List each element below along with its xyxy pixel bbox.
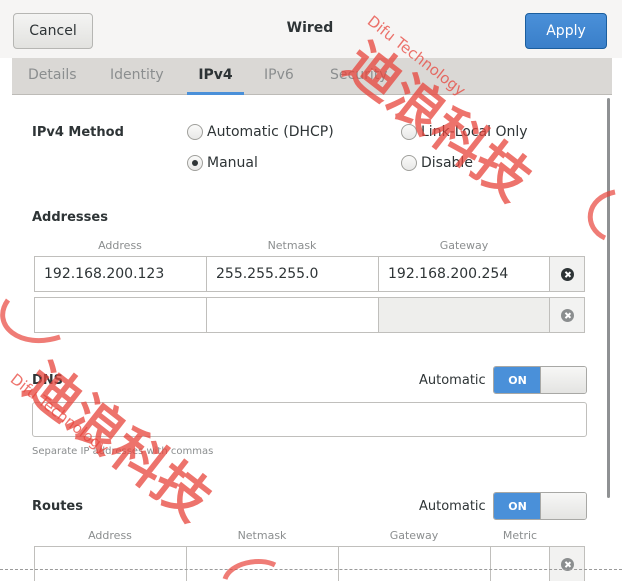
screenshot-edge-dashed-line (0, 569, 622, 570)
routes-automatic-label: Automatic (419, 499, 486, 514)
routes-automatic-switch[interactable]: ON (493, 492, 587, 520)
radio-label: Manual (207, 155, 258, 171)
routes-column-address: Address (88, 529, 132, 542)
routes-column-netmask: Netmask (237, 529, 287, 542)
radio-label: Disable (421, 155, 473, 171)
routes-label: Routes (32, 499, 83, 514)
dns-automatic-label: Automatic (419, 373, 486, 388)
radio-indicator (401, 155, 417, 171)
new-gateway-field (378, 297, 550, 333)
cancel-button[interactable]: Cancel (13, 13, 93, 49)
dns-input[interactable] (32, 402, 587, 437)
ipv4-method-label: IPv4 Method (32, 125, 124, 140)
radio-automatic-dhcp[interactable]: Automatic (DHCP) (187, 124, 334, 140)
network-settings-window: Cancel Wired Apply Details Identity IPv4… (0, 0, 622, 581)
column-header-gateway: Gateway (439, 239, 489, 252)
new-netmask-field[interactable] (206, 297, 379, 333)
header-bar: Cancel Wired Apply (0, 0, 622, 58)
switch-knob (540, 367, 586, 393)
radio-indicator (187, 124, 203, 140)
netmask-field[interactable]: 255.255.255.0 (206, 256, 379, 292)
radio-indicator-selected (187, 155, 203, 171)
route-gateway-field[interactable] (338, 546, 491, 581)
tab-identity[interactable]: Identity (110, 58, 164, 95)
switch-on-label: ON (494, 493, 541, 519)
radio-label: Automatic (DHCP) (207, 124, 334, 140)
delete-address-button[interactable] (549, 256, 585, 292)
remove-icon (560, 308, 574, 322)
dns-automatic-switch[interactable]: ON (493, 366, 587, 394)
address-field[interactable]: 192.168.200.123 (34, 256, 207, 292)
radio-disable[interactable]: Disable (401, 155, 473, 171)
switch-on-label: ON (494, 367, 541, 393)
apply-button[interactable]: Apply (525, 13, 607, 49)
dns-hint: Separate IP addresses with commas (32, 446, 214, 457)
watermark-swoosh-icon (222, 559, 277, 581)
delete-route-button[interactable] (549, 546, 585, 581)
radio-label: Link-Local Only (421, 124, 528, 140)
remove-icon (560, 267, 574, 281)
dialog-title: Wired (286, 20, 334, 36)
route-address-field[interactable] (34, 546, 187, 581)
watermark-swoosh-icon (0, 298, 61, 344)
addresses-label: Addresses (32, 210, 108, 225)
tab-ipv4[interactable]: IPv4 (187, 58, 244, 95)
tab-ipv6[interactable]: IPv6 (264, 58, 294, 95)
switch-knob (540, 493, 586, 519)
tab-security[interactable]: Security (330, 58, 388, 95)
radio-indicator (401, 124, 417, 140)
column-header-netmask: Netmask (267, 239, 317, 252)
route-metric-field[interactable] (490, 546, 550, 581)
watermark-swoosh-icon (587, 189, 616, 241)
column-header-address: Address (98, 239, 142, 252)
tab-details[interactable]: Details (28, 58, 77, 95)
radio-manual[interactable]: Manual (187, 155, 258, 171)
delete-new-address-button[interactable] (549, 297, 585, 333)
radio-link-local-only[interactable]: Link-Local Only (401, 124, 528, 140)
vertical-scrollbar[interactable] (607, 98, 610, 498)
dns-label: DNS (32, 373, 64, 388)
tab-bar: Details Identity IPv4 IPv6 Security (12, 58, 612, 95)
routes-column-metric: Metric (502, 529, 538, 542)
routes-column-gateway: Gateway (389, 529, 439, 542)
gateway-field[interactable]: 192.168.200.254 (378, 256, 550, 292)
